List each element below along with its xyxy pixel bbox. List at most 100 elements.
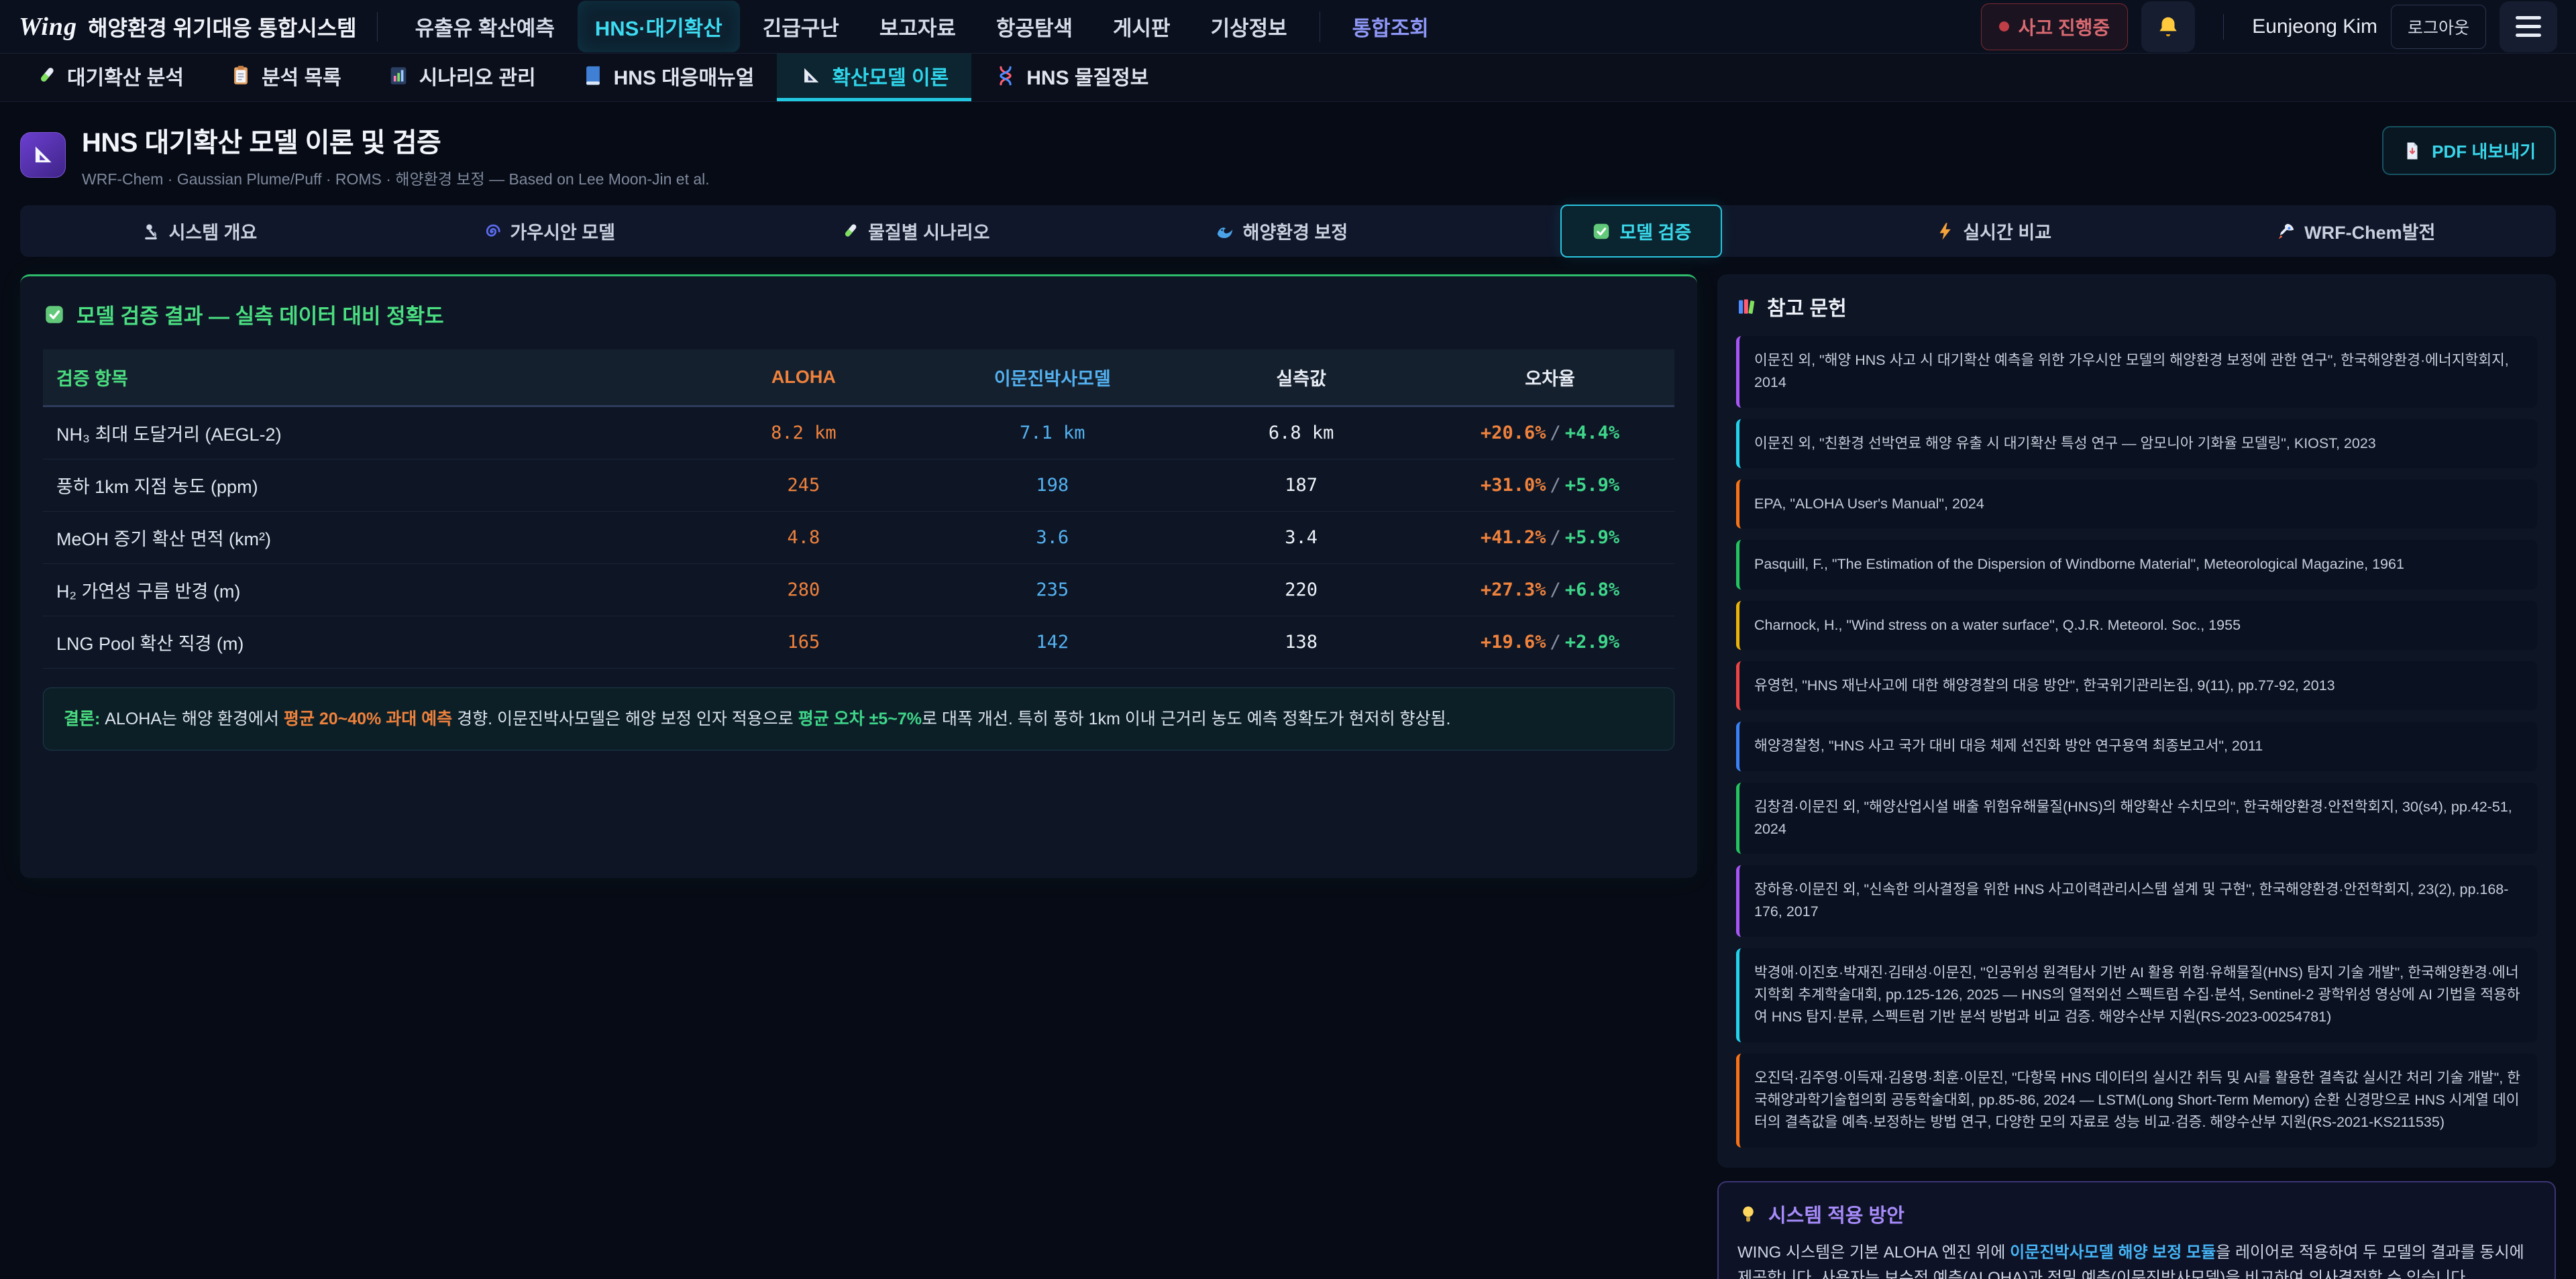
ruler-icon xyxy=(800,64,822,87)
subtab-3[interactable]: 물질별 시나리오 xyxy=(828,214,1002,248)
document-icon xyxy=(2402,141,2422,161)
row-item-label: LNG Pool 확산 직경 (m) xyxy=(43,616,679,669)
validation-card-title: 모델 검증 결과 — 실측 데이터 대비 정확도 xyxy=(43,299,1674,329)
dna-icon xyxy=(994,64,1017,87)
test-tube-icon xyxy=(35,64,58,87)
subtab-label: 가우시안 모델 xyxy=(510,218,615,244)
pdf-export-button[interactable]: PDF 내보내기 xyxy=(2382,126,2556,175)
reference-item-8[interactable]: 김창겸·이문진 외, "해양산업시설 배출 위험유해물질(HNS)의 해양확산 … xyxy=(1736,783,2537,854)
conclusion-segment: ALOHA는 해양 환경에서 xyxy=(100,710,284,728)
divider xyxy=(377,12,378,42)
nav-item-2[interactable]: HNS·대기확산 xyxy=(578,1,740,52)
column-header: 실측값 xyxy=(1177,349,1426,406)
aloha-error: +19.6% xyxy=(1481,632,1546,653)
hamburger-menu-button[interactable] xyxy=(2500,1,2557,52)
validation-title-text: 모델 검증 결과 — 실측 데이터 대비 정확도 xyxy=(76,299,444,329)
nav-item-4[interactable]: 보고자료 xyxy=(862,1,973,52)
tab-6[interactable]: HNS 물질정보 xyxy=(971,54,1171,101)
aloha-value: 8.2 km xyxy=(679,406,928,459)
aloha-error: +41.2% xyxy=(1481,527,1546,548)
conclusion-segment: 평균 오차 ±5~7% xyxy=(798,710,922,728)
subtab-6[interactable]: 실시간 비교 xyxy=(1923,214,2063,248)
notifications-button[interactable] xyxy=(2141,1,2195,52)
validation-results-card: 모델 검증 결과 — 실측 데이터 대비 정확도 검증 항목ALOHA이문진박사… xyxy=(20,274,1697,878)
aloha-error: +31.0% xyxy=(1481,475,1546,496)
error-rate: +31.0%/+5.9% xyxy=(1426,459,1674,512)
error-rate: +20.6%/+4.4% xyxy=(1426,406,1674,459)
tab-4[interactable]: HNS 대응매뉴얼 xyxy=(559,54,777,101)
nav-item-5[interactable]: 항공탐색 xyxy=(979,1,1090,52)
section-subtabs: 시스템 개요 가우시안 모델 물질별 시나리오 해양환경 보정 모델 검증 실시간 비교 W… xyxy=(20,205,2556,257)
conclusion-label: 결론: xyxy=(64,710,100,728)
nav-item-1[interactable]: 유출유 확산예측 xyxy=(398,1,572,52)
reference-item-10[interactable]: 박경애·이진호·박재진·김태성·이문진, "인공위성 원격탐사 기반 AI 활용… xyxy=(1736,948,2537,1042)
tab-1[interactable]: 대기확산 분석 xyxy=(12,54,207,101)
nav-item-7[interactable]: 기상정보 xyxy=(1193,1,1305,52)
divider xyxy=(2223,14,2224,40)
reference-item-2[interactable]: 이문진 외, "친환경 선박연료 해양 유출 시 대기확산 특성 연구 — 암모… xyxy=(1736,419,2537,468)
module-tabbar: 대기확산 분석 분석 목록 시나리오 관리 HNS 대응매뉴얼 확산모델 이론 HNS 물… xyxy=(0,54,2576,102)
brand[interactable]: Wing 해양환경 위기대응 통합시스템 xyxy=(19,11,357,42)
reference-item-1[interactable]: 이문진 외, "해양 HNS 사고 시 대기확산 예측을 위한 가우시안 모델의… xyxy=(1736,336,2537,408)
test-tube-icon xyxy=(840,221,860,241)
subtab-4[interactable]: 해양환경 보정 xyxy=(1203,214,1360,248)
right-column: 참고 문헌 이문진 외, "해양 HNS 사고 시 대기확산 예측을 위한 가우… xyxy=(1717,274,2556,1279)
subtab-5[interactable]: 모델 검증 xyxy=(1560,205,1722,258)
reference-item-6[interactable]: 유영헌, "HNS 재난사고에 대한 해양경찰의 대응 방안", 한국위기관리논… xyxy=(1736,661,2537,710)
references-list: 이문진 외, "해양 HNS 사고 시 대기확산 예측을 위한 가우시안 모델의… xyxy=(1736,336,2537,1148)
nav-item-6[interactable]: 게시판 xyxy=(1095,1,1188,52)
subtab-7[interactable]: WRF-Chem발전 xyxy=(2264,214,2447,248)
main-menu: 유출유 확산예측HNS·대기확산긴급구난보고자료항공탐색게시판기상정보 통합조회 xyxy=(398,1,1981,52)
conclusion-note: 결론: ALOHA는 해양 환경에서 평균 20~40% 과대 예측 경향. 이… xyxy=(43,687,1674,750)
incident-status-badge[interactable]: 사고 진행중 xyxy=(1981,3,2129,50)
microscope-icon xyxy=(141,221,161,241)
check-icon xyxy=(43,303,66,326)
nav-item-8[interactable]: 통합조회 xyxy=(1335,1,1446,52)
reference-item-7[interactable]: 해양경찰청, "HNS 사고 국가 대비 대응 체제 선진화 방안 연구용역 최… xyxy=(1736,722,2537,771)
tab-label: HNS 물질정보 xyxy=(1026,61,1148,91)
subtab-2[interactable]: 가우시안 모델 xyxy=(470,214,627,248)
tab-3[interactable]: 시나리오 관리 xyxy=(364,54,559,101)
separator: / xyxy=(1546,632,1565,653)
aloha-value: 4.8 xyxy=(679,512,928,564)
measured-value: 220 xyxy=(1177,564,1426,616)
topnav-right: 사고 진행중 Eunjeong Kim 로그아웃 xyxy=(1981,1,2557,52)
application-segment: 이문진박사모델 해양 보정 모듈 xyxy=(2010,1243,2216,1262)
tab-label: 시나리오 관리 xyxy=(419,61,536,91)
measured-value: 6.8 km xyxy=(1177,406,1426,459)
reference-item-4[interactable]: Pasquill, F., "The Estimation of the Dis… xyxy=(1736,540,2537,589)
subtab-1[interactable]: 시스템 개요 xyxy=(129,214,270,248)
tab-2[interactable]: 분석 목록 xyxy=(207,54,364,101)
lightning-icon xyxy=(1935,221,1955,241)
wave-icon xyxy=(1215,221,1235,241)
tab-5[interactable]: 확산모델 이론 xyxy=(777,54,971,101)
column-header: ALOHA xyxy=(679,349,928,406)
main-content: 모델 검증 결과 — 실측 데이터 대비 정확도 검증 항목ALOHA이문진박사… xyxy=(20,274,2556,1279)
application-segment: WING 시스템은 기본 ALOHA 엔진 위에 xyxy=(1737,1243,2010,1262)
separator: / xyxy=(1546,579,1565,600)
reference-item-3[interactable]: EPA, "ALOHA User's Manual", 2024 xyxy=(1736,480,2537,529)
lightbulb-icon xyxy=(1737,1203,1759,1225)
subtab-label: 물질별 시나리오 xyxy=(868,218,989,244)
logout-button[interactable]: 로그아웃 xyxy=(2391,5,2486,49)
references-title-text: 참고 문헌 xyxy=(1767,292,1847,321)
table-row: LNG Pool 확산 직경 (m)165142138+19.6%/+2.9% xyxy=(43,616,1674,669)
tab-label: 대기확산 분석 xyxy=(67,61,184,91)
subtab-label: 시스템 개요 xyxy=(169,218,258,244)
table-row: MeOH 증기 확산 면적 (km²)4.83.63.4+41.2%/+5.9% xyxy=(43,512,1674,564)
page-subtitle: WRF-Chem · Gaussian Plume/Puff · ROMS · … xyxy=(82,166,710,189)
nav-item-3[interactable]: 긴급구난 xyxy=(745,1,857,52)
leemoonjin-model-value: 142 xyxy=(928,616,1177,669)
triangle-ruler-icon xyxy=(20,132,66,178)
subtab-label: 실시간 비교 xyxy=(1963,218,2051,244)
conclusion-segment: 로 대폭 개선. 특히 풍하 1km 이내 근거리 농도 예측 정확도가 현저히… xyxy=(922,710,1450,728)
reference-item-9[interactable]: 장하용·이문진 외, "신속한 의사결정을 위한 HNS 사고이력관리시스템 설… xyxy=(1736,865,2537,937)
reference-item-11[interactable]: 오진덕·김주영·이득재·김용명·최훈·이문진, "다항목 HNS 데이터의 실시… xyxy=(1736,1054,2537,1148)
reference-item-5[interactable]: Charnock, H., "Wind stress on a water su… xyxy=(1736,601,2537,650)
page-title: HNS 대기확산 모델 이론 및 검증 xyxy=(82,121,710,160)
tab-label: 확산모델 이론 xyxy=(832,61,949,91)
measured-value: 187 xyxy=(1177,459,1426,512)
system-application-card: 시스템 적용 방안 WING 시스템은 기본 ALOHA 엔진 위에 이문진박사… xyxy=(1717,1181,2556,1279)
wing-logo: Wing xyxy=(19,12,77,42)
brand-title: 해양환경 위기대응 통합시스템 xyxy=(88,11,357,42)
